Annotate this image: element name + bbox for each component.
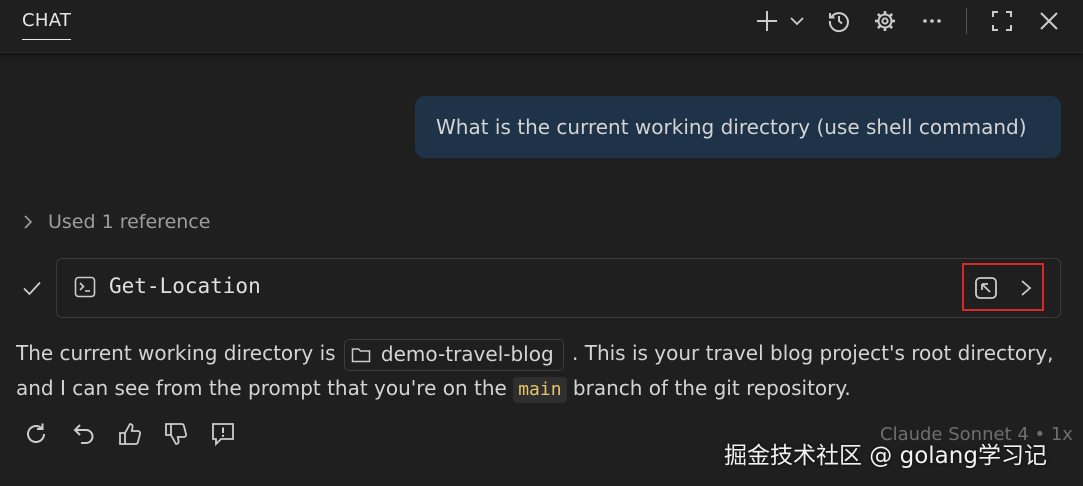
more-actions-button[interactable]	[919, 8, 945, 34]
references-label: Used 1 reference	[48, 211, 211, 233]
new-chat-button[interactable]	[754, 8, 780, 34]
assistant-response: The current working directory is demo-tr…	[16, 336, 1066, 406]
user-message: What is the current working directory (u…	[415, 96, 1061, 158]
report-button[interactable]	[209, 420, 237, 448]
chevron-right-icon	[1021, 280, 1032, 296]
history-icon	[828, 12, 849, 33]
undo-icon	[73, 424, 94, 444]
history-button[interactable]	[826, 8, 852, 34]
open-in-terminal-icon	[975, 277, 997, 299]
tool-command: Get-Location	[109, 274, 261, 298]
more-icon	[923, 19, 941, 23]
thumbs-down-button[interactable]	[162, 420, 190, 448]
retry-icon	[27, 423, 45, 443]
thumbs-up-button[interactable]	[116, 420, 144, 448]
user-message-text: What is the current working directory (u…	[436, 115, 1027, 139]
thumbs-down-icon	[165, 423, 188, 445]
open-in-terminal-button[interactable]	[972, 274, 1000, 302]
maximize-icon	[992, 11, 1012, 31]
header-separator	[966, 8, 967, 34]
tab-chat[interactable]: CHAT	[22, 10, 72, 40]
maximize-button[interactable]	[989, 8, 1015, 34]
new-chat-dropdown-button[interactable]	[784, 8, 810, 34]
chevron-right-icon	[24, 215, 33, 229]
retry-button[interactable]	[22, 420, 50, 448]
used-references-toggle[interactable]: Used 1 reference	[22, 208, 210, 236]
check-icon	[23, 281, 41, 296]
plus-icon	[757, 11, 777, 31]
tool-actions-highlight	[962, 263, 1044, 311]
watermark: 掘金技术社区 @ golang学习记	[724, 443, 1047, 469]
expand-tool-button[interactable]	[1012, 274, 1040, 302]
folder-name: demo-travel-blog	[380, 342, 554, 366]
close-icon	[1040, 12, 1058, 30]
thumbs-up-icon	[119, 423, 142, 445]
gear-icon	[875, 11, 895, 31]
tool-call-card[interactable]: Get-Location	[56, 258, 1061, 318]
settings-button[interactable]	[872, 8, 898, 34]
response-text-3: branch of the git repository.	[572, 376, 851, 400]
terminal-icon	[74, 276, 96, 298]
response-text-1: The current working directory is	[16, 341, 342, 365]
branch-name: main	[513, 377, 567, 403]
undo-button[interactable]	[70, 420, 98, 448]
folder-icon	[351, 347, 371, 362]
report-icon	[212, 423, 234, 447]
close-button[interactable]	[1036, 8, 1062, 34]
chevron-down-icon	[790, 17, 804, 26]
folder-reference-chip[interactable]: demo-travel-blog	[343, 338, 564, 371]
chat-header: CHAT	[0, 0, 1083, 53]
